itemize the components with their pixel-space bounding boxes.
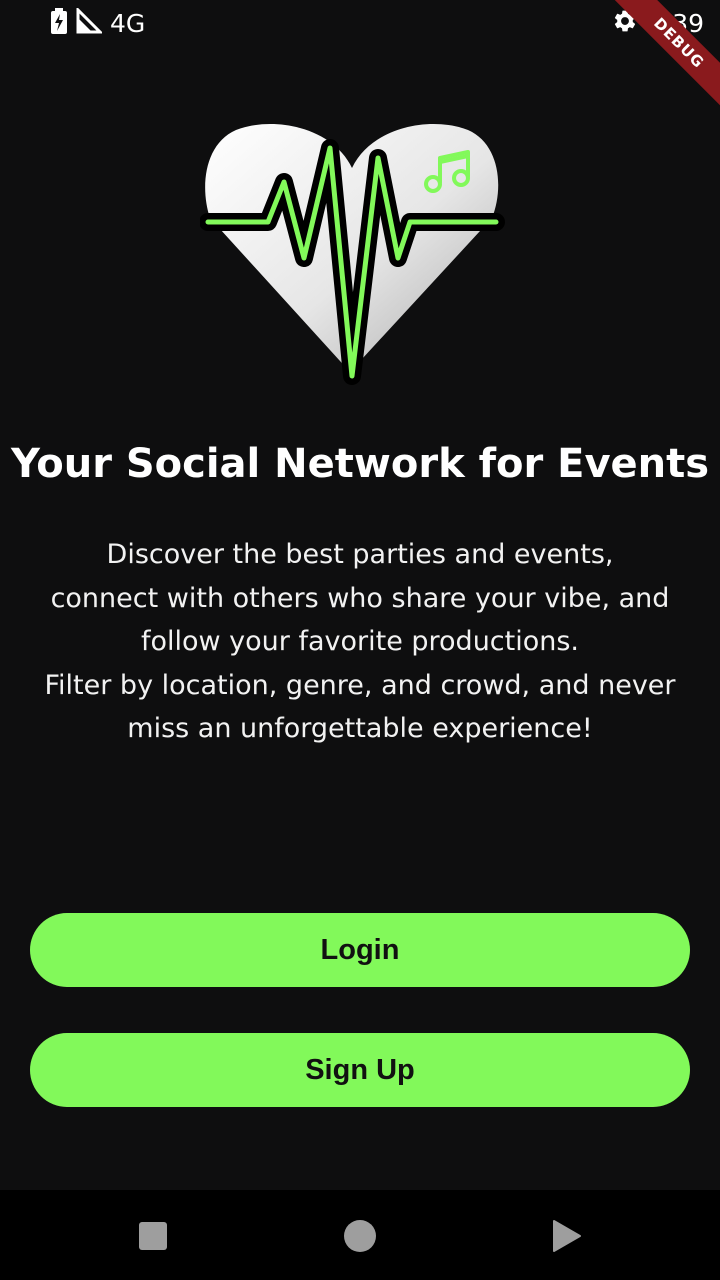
status-time: 9:39: [647, 8, 704, 38]
circle-home-icon[interactable]: [342, 1218, 378, 1254]
description-line: Filter by location, genre, and crowd, an…: [44, 669, 676, 701]
description-line: miss an unforgettable experience!: [127, 713, 593, 744]
settings-icon: [612, 8, 638, 39]
onboarding-description: Discover the best parties and events, co…: [20, 533, 700, 751]
onboarding-title: Your Social Network for Events: [10, 441, 710, 487]
square-recents-icon[interactable]: [135, 1218, 171, 1254]
battery-icon: [50, 7, 68, 39]
app-logo: [199, 118, 505, 386]
heart-pulse-music-icon: [199, 124, 505, 385]
login-button[interactable]: Login: [30, 913, 690, 987]
welcome-screen: 4G 9:39 DEBUG Your Social Network for Ev…: [0, 0, 720, 1280]
status-bar: 4G 9:39: [0, 0, 720, 48]
status-left: 4G: [50, 5, 146, 39]
description-line: follow your favorite productions.: [140, 626, 580, 657]
signup-button[interactable]: Sign Up: [30, 1033, 690, 1107]
system-nav-bar: [0, 1190, 720, 1280]
description-line: Discover the best parties and events,: [106, 539, 614, 570]
description-line: connect with others who share your vibe,…: [50, 582, 670, 614]
network-type: 4G: [110, 8, 146, 38]
signal-icon: [76, 5, 104, 39]
status-right: 9:39: [612, 8, 704, 38]
triangle-back-icon[interactable]: [548, 1218, 584, 1254]
